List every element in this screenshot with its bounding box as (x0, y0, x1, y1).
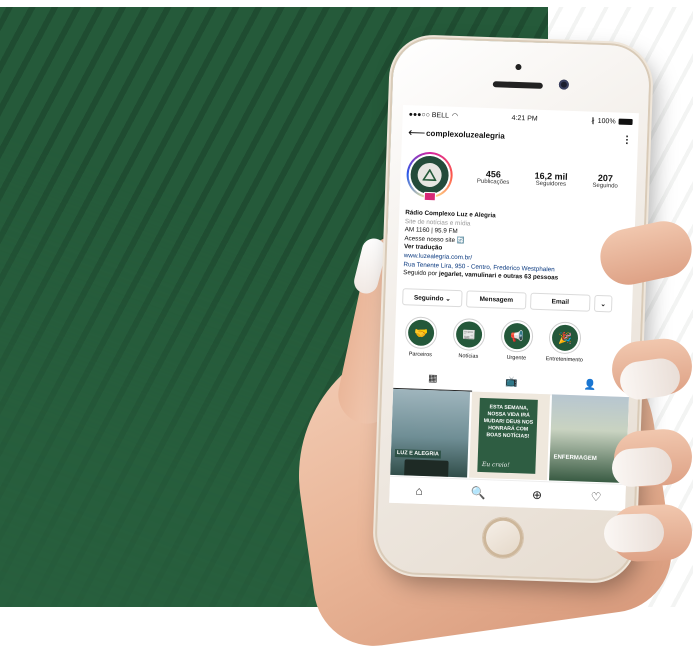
grid-tab-icon[interactable]: ▦ (393, 366, 473, 392)
highlight-news[interactable]: 📰 Notícias (448, 317, 490, 363)
newspaper-icon: 📰 (455, 321, 483, 348)
more-options-icon[interactable]: ⋮ (622, 134, 632, 145)
post-message: ESTA SEMANA, NOSSA VIDA IRÁ MUDAR! DEUS … (483, 404, 534, 440)
battery-label: 100% (597, 117, 616, 125)
highlight-label: Parceiros (408, 351, 433, 359)
proximity-sensor (515, 63, 522, 71)
profile-bio: Rádio Complexo Luz e Alegria Site de not… (403, 209, 631, 286)
story-highlights: 🤝 Parceiros 📰 Notícias 📢 Urgente 🎉 Entre… (400, 316, 625, 368)
post-title: ENFERMAGEM (553, 454, 597, 463)
post-image-object (404, 459, 449, 477)
top-white-strip (0, 0, 693, 7)
front-camera (558, 79, 570, 90)
home-icon[interactable]: ⌂ (389, 477, 449, 505)
profile-actions: Seguindo ⌄ Mensagem Email ⌄ (402, 288, 626, 313)
followers-stat[interactable]: 16,2 mil Seguidores (534, 171, 567, 188)
add-post-icon[interactable]: ⊕ (507, 481, 567, 509)
phone-screen: ●●●○○ BELL ◠ 4:21 PM ∦ 100% ⟵ complexolu… (389, 105, 639, 512)
avatar[interactable] (405, 151, 454, 202)
battery-icon (618, 118, 633, 126)
posts-label: Publicações (476, 178, 510, 186)
live-badge-icon (423, 191, 437, 202)
finger-nail (603, 512, 665, 554)
highlight-entertainment[interactable]: 🎉 Entretenimento (544, 321, 586, 366)
highlight-label: Urgente (506, 354, 527, 362)
following-stat[interactable]: 207 Seguindo (592, 173, 618, 190)
highlight-urgent[interactable]: 📢 Urgente (496, 319, 538, 364)
bluetooth-icon: ∦ (591, 117, 595, 125)
highlight-label: Entretenimento (545, 356, 584, 364)
highlight-label: Notícias (458, 353, 479, 360)
following-label: Seguindo (592, 182, 618, 190)
back-arrow-icon[interactable]: ⟵ (408, 125, 426, 140)
heart-icon[interactable]: ♡ (566, 483, 626, 511)
followers-label: Seguidores (535, 180, 567, 188)
confetti-icon: 🎉 (551, 324, 579, 352)
status-bar: ●●●○○ BELL ◠ 4:21 PM ∦ 100% (409, 109, 633, 127)
message-button[interactable]: Mensagem (466, 290, 527, 310)
wifi-icon: ◠ (451, 112, 459, 120)
finger-nail (610, 445, 674, 489)
clock: 4:21 PM (511, 114, 538, 123)
email-button[interactable]: Email (529, 292, 591, 312)
megaphone-icon: 📢 (503, 322, 531, 350)
carrier-label: ●●●○○ BELL (408, 110, 450, 120)
suggestions-chevron-button[interactable]: ⌄ (593, 294, 613, 313)
post-brand-label: LUZ E ALEGRIA (394, 448, 441, 459)
smartphone: ●●●○○ BELL ◠ 4:21 PM ∦ 100% ⟵ complexolu… (375, 37, 651, 581)
followed-prefix: Seguido por (403, 269, 440, 278)
profile-stats: 456 Publicações 16,2 mil Seguidores 207 … (464, 168, 630, 190)
highlight-partners[interactable]: 🤝 Parceiros (400, 316, 442, 361)
home-button[interactable] (482, 517, 524, 559)
post-thumbnail[interactable]: ESTA SEMANA, NOSSA VIDA IRÁ MUDAR! DEUS … (469, 391, 550, 481)
post-thumbnail[interactable]: LUZ E ALEGRIA (390, 388, 471, 478)
brand-logo-icon (417, 162, 443, 188)
profile-header: ⟵ complexoluzealegria ⋮ (408, 125, 632, 147)
handshake-icon: 🤝 (407, 319, 435, 347)
igtv-tab-icon[interactable]: 📺 (472, 370, 551, 395)
earpiece-speaker (492, 81, 543, 89)
post-grid: LUZ E ALEGRIA ESTA SEMANA, NOSSA VIDA IR… (390, 388, 629, 484)
profile-username: complexoluzealegria (425, 128, 505, 141)
following-button[interactable]: Seguindo ⌄ (402, 288, 463, 308)
search-icon[interactable]: 🔍 (448, 479, 508, 507)
profile-summary: 456 Publicações 16,2 mil Seguidores 207 … (405, 149, 632, 207)
posts-stat[interactable]: 456 Publicações (477, 169, 510, 186)
post-signature: Eu creio! (481, 461, 510, 469)
